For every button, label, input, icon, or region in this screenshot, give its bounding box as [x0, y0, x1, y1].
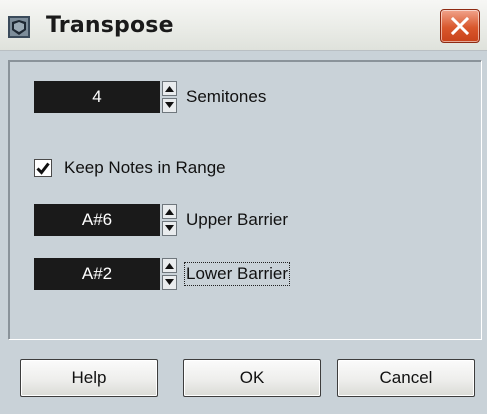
arrow-up-icon: [165, 263, 174, 269]
semitones-row: 4 Semitones: [34, 81, 294, 115]
semitones-label: Semitones: [186, 87, 267, 106]
arrow-down-icon: [165, 279, 174, 285]
upper-barrier-label: Upper Barrier: [186, 210, 289, 229]
lower-barrier-up-button[interactable]: [162, 258, 177, 273]
arrow-up-icon: [165, 209, 174, 215]
semitones-spinner: [162, 81, 177, 113]
transpose-dialog: Transpose 4 Semitones Keep Notes in Rang…: [0, 0, 487, 414]
upper-barrier-spinner: [162, 204, 177, 236]
upper-barrier-field[interactable]: A#6: [34, 204, 160, 236]
semitones-up-button[interactable]: [162, 81, 177, 96]
checkmark-icon: [36, 162, 50, 175]
arrow-down-icon: [165, 102, 174, 108]
lower-barrier-row: A#2 Lower Barrier: [34, 258, 304, 292]
ok-button[interactable]: OK: [183, 359, 321, 397]
cancel-button[interactable]: Cancel: [337, 359, 475, 397]
lower-barrier-field[interactable]: A#2: [34, 258, 160, 290]
semitones-down-button[interactable]: [162, 98, 177, 113]
upper-barrier-row: A#6 Upper Barrier: [34, 204, 304, 238]
lower-barrier-label: Lower Barrier: [183, 262, 291, 286]
keep-notes-label[interactable]: Keep Notes in Range: [64, 158, 226, 178]
upper-barrier-up-button[interactable]: [162, 204, 177, 219]
semitones-field[interactable]: 4: [34, 81, 160, 113]
help-button[interactable]: Help: [20, 359, 158, 397]
keep-notes-checkbox[interactable]: [34, 159, 52, 177]
arrow-up-icon: [165, 86, 174, 92]
close-button[interactable]: [440, 9, 480, 43]
lower-barrier-spinner: [162, 258, 177, 290]
title-bar[interactable]: Transpose: [0, 0, 487, 51]
upper-barrier-down-button[interactable]: [162, 221, 177, 236]
app-icon: [8, 16, 30, 38]
lower-barrier-down-button[interactable]: [162, 275, 177, 290]
arrow-down-icon: [165, 225, 174, 231]
dialog-title: Transpose: [46, 13, 174, 38]
close-icon: [450, 16, 470, 36]
